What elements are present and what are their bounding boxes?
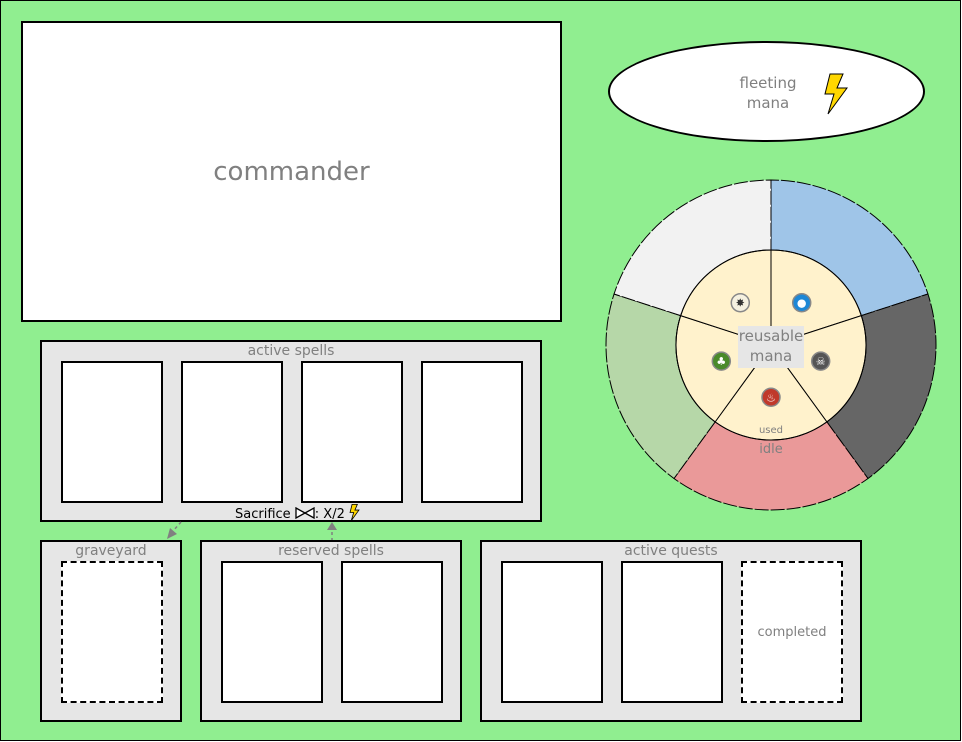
reusable-mana-wheel: ● ☠ ♨ ♣ ✸ reusable mana used idle bbox=[605, 179, 937, 511]
lightning-bolt-icon bbox=[349, 504, 360, 521]
active-spell-slot[interactable] bbox=[421, 361, 523, 503]
fleeting-mana-zone[interactable]: fleeting mana bbox=[608, 41, 925, 142]
active-quest-slot[interactable] bbox=[501, 561, 603, 703]
svg-text:☠: ☠ bbox=[816, 355, 826, 368]
svg-text:✸: ✸ bbox=[736, 297, 745, 310]
fleeting-label-line1: fleeting bbox=[739, 74, 797, 92]
svg-text:●: ● bbox=[797, 297, 807, 310]
white-sun-mana-icon: ✸ bbox=[730, 292, 751, 313]
red-fire-mana-icon: ♨ bbox=[761, 387, 781, 407]
svg-text:♣: ♣ bbox=[716, 355, 726, 368]
black-skull-mana-icon: ☠ bbox=[810, 351, 831, 371]
commander-zone[interactable]: commander bbox=[21, 21, 562, 322]
bowtie-icon bbox=[295, 506, 315, 520]
reserved-spells-panel: reserved spells bbox=[200, 540, 462, 722]
reusable-mana-label-line2: mana bbox=[750, 347, 793, 365]
active-quests-panel: active quests completed bbox=[480, 540, 862, 722]
fleeting-label-line2: mana bbox=[746, 94, 790, 112]
reserved-spell-slot[interactable] bbox=[221, 561, 323, 703]
completed-quest-slot[interactable]: completed bbox=[741, 561, 843, 703]
graveyard-slot[interactable] bbox=[61, 561, 163, 703]
sacrifice-rule: Sacrifice : X/2 bbox=[235, 504, 360, 523]
sacrifice-suffix: : X/2 bbox=[314, 507, 345, 522]
graveyard-title: graveyard bbox=[75, 543, 147, 559]
graveyard-panel: graveyard bbox=[40, 540, 182, 722]
active-spell-slot[interactable] bbox=[181, 361, 283, 503]
fleeting-mana-label: fleeting mana bbox=[718, 73, 818, 113]
active-spell-slot[interactable] bbox=[61, 361, 163, 503]
reserved-spell-slot[interactable] bbox=[341, 561, 443, 703]
commander-label: commander bbox=[213, 156, 370, 187]
game-board: commander fleeting mana ● ☠ ♨ ♣ ✸ reusable m… bbox=[0, 0, 961, 741]
lightning-bolt-icon bbox=[824, 73, 848, 115]
active-quest-slot[interactable] bbox=[621, 561, 723, 703]
blue-water-mana-icon: ● bbox=[791, 292, 812, 313]
green-tree-mana-icon: ♣ bbox=[711, 351, 732, 371]
reusable-mana-label-line1: reusable bbox=[739, 327, 804, 345]
active-spells-panel: active spells bbox=[40, 340, 542, 522]
svg-text:♨: ♨ bbox=[766, 391, 776, 404]
used-label: used bbox=[759, 425, 783, 436]
sacrifice-prefix: Sacrifice bbox=[235, 507, 291, 522]
idle-label: idle bbox=[759, 442, 782, 457]
active-quests-title: active quests bbox=[624, 543, 718, 559]
active-spell-slot[interactable] bbox=[301, 361, 403, 503]
completed-label: completed bbox=[757, 625, 827, 640]
active-spells-title: active spells bbox=[247, 343, 335, 359]
reserved-spells-title: reserved spells bbox=[278, 543, 384, 559]
